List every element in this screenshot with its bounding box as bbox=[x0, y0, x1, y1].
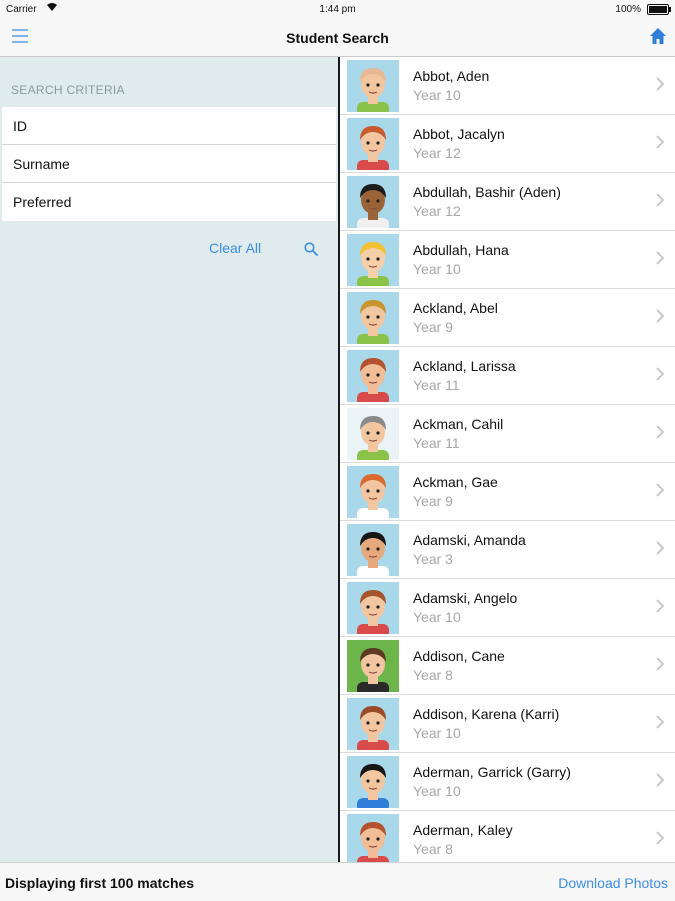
student-avatar bbox=[347, 466, 399, 518]
student-name: Abbot, Aden bbox=[413, 68, 490, 84]
student-row[interactable]: Abdullah, Bashir (Aden) Year 12 bbox=[340, 173, 675, 231]
search-icon[interactable] bbox=[304, 242, 318, 256]
student-row[interactable]: Addison, Karena (Karri) Year 10 bbox=[340, 695, 675, 753]
student-avatar bbox=[347, 524, 399, 576]
student-avatar bbox=[347, 60, 399, 112]
chevron-right-icon bbox=[655, 831, 665, 845]
student-row[interactable]: Abbot, Aden Year 10 bbox=[340, 57, 675, 115]
student-row[interactable]: Aderman, Kaley Year 8 bbox=[340, 811, 675, 862]
student-row[interactable]: Adamski, Amanda Year 3 bbox=[340, 521, 675, 579]
id-field[interactable] bbox=[11, 107, 315, 145]
student-avatar bbox=[347, 814, 399, 862]
student-avatar bbox=[347, 176, 399, 228]
clock: 1:44 pm bbox=[319, 4, 356, 15]
student-row[interactable]: Ackland, Larissa Year 11 bbox=[340, 347, 675, 405]
student-year: Year 10 bbox=[413, 87, 461, 103]
student-year: Year 10 bbox=[413, 261, 461, 277]
student-name: Aderman, Kaley bbox=[413, 822, 513, 838]
search-fields bbox=[2, 107, 336, 221]
chevron-right-icon bbox=[655, 135, 665, 149]
student-avatar bbox=[347, 640, 399, 692]
matches-count-label: Displaying first 100 matches bbox=[5, 875, 195, 891]
chevron-right-icon bbox=[655, 77, 665, 91]
student-name: Addison, Cane bbox=[413, 648, 505, 664]
chevron-right-icon bbox=[655, 425, 665, 439]
student-row[interactable]: Adamski, Angelo Year 10 bbox=[340, 579, 675, 637]
student-name: Ackland, Larissa bbox=[413, 358, 516, 374]
student-avatar bbox=[347, 292, 399, 344]
student-year: Year 8 bbox=[413, 841, 453, 857]
preferred-field[interactable] bbox=[11, 183, 315, 221]
student-avatar bbox=[347, 118, 399, 170]
student-year: Year 10 bbox=[413, 783, 461, 799]
student-row[interactable]: Addison, Cane Year 8 bbox=[340, 637, 675, 695]
student-year: Year 3 bbox=[413, 551, 453, 567]
clear-all-button[interactable]: Clear All bbox=[209, 240, 261, 256]
student-name: Abdullah, Bashir (Aden) bbox=[413, 184, 561, 200]
student-name: Aderman, Garrick (Garry) bbox=[413, 764, 571, 780]
chevron-right-icon bbox=[655, 599, 665, 613]
student-name: Abdullah, Hana bbox=[413, 242, 509, 258]
student-year: Year 11 bbox=[413, 377, 460, 393]
chevron-right-icon bbox=[655, 657, 665, 671]
chevron-right-icon bbox=[655, 483, 665, 497]
student-year: Year 12 bbox=[413, 145, 461, 161]
home-icon[interactable] bbox=[649, 27, 667, 45]
search-criteria-header: SEARCH CRITERIA bbox=[11, 83, 125, 97]
student-name: Adamski, Angelo bbox=[413, 590, 518, 606]
student-year: Year 10 bbox=[413, 609, 461, 625]
chevron-right-icon bbox=[655, 715, 665, 729]
student-row[interactable]: Ackland, Abel Year 9 bbox=[340, 289, 675, 347]
student-name: Ackman, Cahil bbox=[413, 416, 504, 432]
student-row[interactable]: Abdullah, Hana Year 10 bbox=[340, 231, 675, 289]
student-list: Abbot, Aden Year 10 Abbot, Jacalyn Year 12 A… bbox=[340, 57, 675, 862]
student-avatar bbox=[347, 698, 399, 750]
student-year: Year 12 bbox=[413, 203, 461, 219]
chevron-right-icon bbox=[655, 251, 665, 265]
id-field-row bbox=[2, 107, 336, 145]
student-row[interactable]: Ackman, Gae Year 9 bbox=[340, 463, 675, 521]
student-avatar bbox=[347, 350, 399, 402]
student-year: Year 11 bbox=[413, 435, 460, 451]
chevron-right-icon bbox=[655, 541, 665, 555]
preferred-field-row bbox=[2, 183, 336, 221]
student-year: Year 9 bbox=[413, 319, 453, 335]
student-avatar bbox=[347, 756, 399, 808]
search-panel: SEARCH CRITERIA Clear All bbox=[0, 57, 338, 862]
chevron-right-icon bbox=[655, 773, 665, 787]
navigation-bar: Student Search bbox=[0, 20, 675, 57]
surname-field[interactable] bbox=[11, 145, 315, 183]
footer-bar: Displaying first 100 matches Download Ph… bbox=[0, 862, 675, 901]
student-name: Adamski, Amanda bbox=[413, 532, 526, 548]
student-row[interactable]: Ackman, Cahil Year 11 bbox=[340, 405, 675, 463]
student-year: Year 8 bbox=[413, 667, 453, 683]
surname-field-row bbox=[2, 145, 336, 183]
status-bar: Carrier 1:44 pm 100% bbox=[0, 0, 675, 20]
student-name: Addison, Karena (Karri) bbox=[413, 706, 560, 722]
student-name: Abbot, Jacalyn bbox=[413, 126, 505, 142]
chevron-right-icon bbox=[655, 193, 665, 207]
page-title: Student Search bbox=[286, 30, 389, 46]
chevron-right-icon bbox=[655, 309, 665, 323]
student-avatar bbox=[347, 234, 399, 286]
battery-percent: 100% bbox=[615, 4, 641, 15]
download-photos-button[interactable]: Download Photos bbox=[558, 875, 668, 891]
student-avatar bbox=[347, 582, 399, 634]
student-row[interactable]: Abbot, Jacalyn Year 12 bbox=[340, 115, 675, 173]
student-year: Year 10 bbox=[413, 725, 461, 741]
student-avatar bbox=[347, 408, 399, 460]
student-year: Year 9 bbox=[413, 493, 453, 509]
battery-icon bbox=[647, 4, 671, 15]
student-name: Ackland, Abel bbox=[413, 300, 498, 316]
chevron-right-icon bbox=[655, 367, 665, 381]
student-name: Ackman, Gae bbox=[413, 474, 498, 490]
student-row[interactable]: Aderman, Garrick (Garry) Year 10 bbox=[340, 753, 675, 811]
